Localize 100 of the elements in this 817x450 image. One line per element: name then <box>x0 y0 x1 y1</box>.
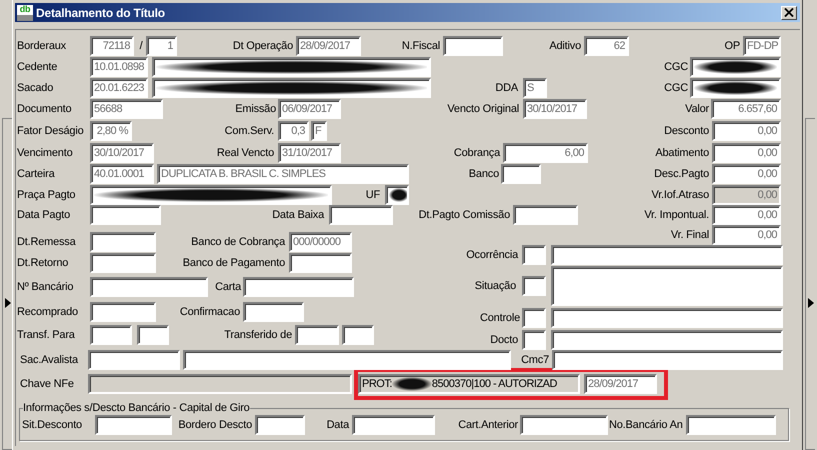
text-field[interactable] <box>90 325 132 345</box>
field-label: Data <box>326 418 349 432</box>
field-label: Cobrança <box>452 146 500 160</box>
text-field[interactable]: 0,00 <box>712 205 781 225</box>
text-field[interactable]: 31/10/2017 <box>278 143 341 163</box>
field-label: Dt.Retorno <box>17 256 70 270</box>
text-field[interactable] <box>385 185 409 205</box>
window-title: Detalhamento do Título <box>36 6 166 20</box>
text-field[interactable] <box>289 253 352 273</box>
field-label: Chave NFe <box>20 377 75 391</box>
text-field[interactable] <box>513 205 578 225</box>
text-field[interactable]: 10.01.0898 <box>90 57 148 77</box>
text-field[interactable] <box>551 245 783 265</box>
close-button[interactable] <box>781 6 797 20</box>
text-field[interactable]: 0,00 <box>712 225 781 245</box>
text-field[interactable]: 6.657,60 <box>711 99 781 119</box>
field-label: Emissão <box>234 102 276 116</box>
text-field[interactable]: 06/09/2017 <box>278 99 341 119</box>
text-field[interactable] <box>90 253 156 273</box>
text-field[interactable]: 56688 <box>90 99 163 119</box>
field-label: Vr. Impontual. <box>643 208 709 222</box>
text-field[interactable]: 30/10/2017 <box>523 99 587 119</box>
field-label: Situação <box>474 279 516 293</box>
text-field[interactable]: 0,00 <box>712 121 781 141</box>
text-field[interactable] <box>501 164 541 184</box>
text-field[interactable] <box>243 302 304 322</box>
text-field[interactable] <box>152 78 431 98</box>
text-field[interactable] <box>552 350 783 370</box>
text-field[interactable]: PROT: 8500370|100 - AUTORIZAD <box>358 374 580 394</box>
text-field[interactable] <box>522 276 546 296</box>
text-field[interactable] <box>329 205 393 225</box>
text-field[interactable] <box>90 277 208 297</box>
text-field[interactable] <box>183 350 511 370</box>
text-field[interactable] <box>295 325 339 345</box>
text-field[interactable]: 72118 <box>90 36 134 56</box>
text-field[interactable] <box>443 36 503 56</box>
text-field[interactable]: 28/09/2017 <box>584 374 657 394</box>
field-label: Docto <box>489 333 518 347</box>
field-label: Valor <box>684 102 709 116</box>
text-field[interactable]: 20.01.6223 <box>90 78 148 98</box>
text-field[interactable]: 62 <box>584 36 629 56</box>
field-label: Sacado <box>17 81 54 95</box>
text-field[interactable] <box>90 232 156 252</box>
text-field[interactable]: 30/10/2017 <box>90 143 154 163</box>
text-field[interactable] <box>90 302 156 322</box>
text-field[interactable]: 0,00 <box>712 143 781 163</box>
field-label: / <box>138 39 144 53</box>
text-field[interactable] <box>152 57 431 77</box>
text-field[interactable]: 2,80 % <box>90 121 132 141</box>
text-field[interactable] <box>686 415 776 435</box>
text-field[interactable] <box>352 415 435 435</box>
text-field[interactable]: 000/00000 <box>289 232 352 252</box>
text-field[interactable]: DUPLICATA B. BRASIL C. SIMPLES <box>157 164 409 184</box>
group-title: Informações s/Descto Bancário - Capital de Giro <box>23 402 250 414</box>
field-label: Fator Deságio <box>17 124 84 138</box>
text-field[interactable] <box>90 185 332 205</box>
app-icon: db <box>17 4 33 20</box>
field-label: Transferido de <box>223 328 292 342</box>
text-field[interactable] <box>88 350 180 370</box>
text-field[interactable] <box>342 325 374 345</box>
text-field[interactable] <box>551 330 783 350</box>
text-field[interactable] <box>522 330 546 350</box>
field-label: UF <box>364 188 380 202</box>
field-label: Vr.Iof.Atraso <box>650 188 709 202</box>
text-field[interactable] <box>522 308 546 328</box>
field-label: Cart.Anterior <box>457 418 518 432</box>
text-field[interactable] <box>690 57 781 77</box>
text-field[interactable] <box>520 415 608 435</box>
text-field[interactable]: S <box>523 78 547 98</box>
field-label: N.Fiscal <box>400 39 440 53</box>
text-field[interactable]: 6,00 <box>503 143 588 163</box>
field-label: DDA <box>494 81 518 95</box>
field-label: Data Pagto <box>17 208 72 222</box>
text-field[interactable] <box>551 308 783 328</box>
text-field[interactable]: 40.01.0001 <box>90 164 154 184</box>
text-field[interactable]: FD-DP <box>743 36 781 56</box>
field-label: Vencto Original <box>446 102 519 116</box>
text-field[interactable] <box>690 78 781 98</box>
text-field[interactable] <box>522 245 546 265</box>
row-pointer-icon <box>5 298 11 308</box>
field-label: No.Bancário An <box>609 418 684 432</box>
field-label: Ocorrência <box>465 248 518 262</box>
field-label: Documento <box>17 102 72 116</box>
field-label: Sit.Desconto <box>22 418 83 432</box>
field-label: Carteira <box>17 167 56 181</box>
text-field[interactable] <box>90 205 161 225</box>
text-field[interactable] <box>95 415 172 435</box>
text-field[interactable]: 1 <box>146 36 177 56</box>
field-label: Borderaux <box>17 39 67 53</box>
field-label: Abatimento <box>654 146 709 160</box>
text-field[interactable]: 0,00 <box>712 164 781 184</box>
field-label: CGC <box>663 81 688 95</box>
text-field[interactable]: F <box>311 121 327 141</box>
text-field[interactable]: 0,3 <box>278 121 309 141</box>
field-label: Banco de Cobrança <box>190 235 285 249</box>
text-field[interactable] <box>137 325 169 345</box>
text-field[interactable]: 28/09/2017 <box>296 36 361 56</box>
text-field[interactable] <box>255 415 305 435</box>
memo-field[interactable] <box>551 266 783 306</box>
text-field[interactable] <box>243 277 354 297</box>
